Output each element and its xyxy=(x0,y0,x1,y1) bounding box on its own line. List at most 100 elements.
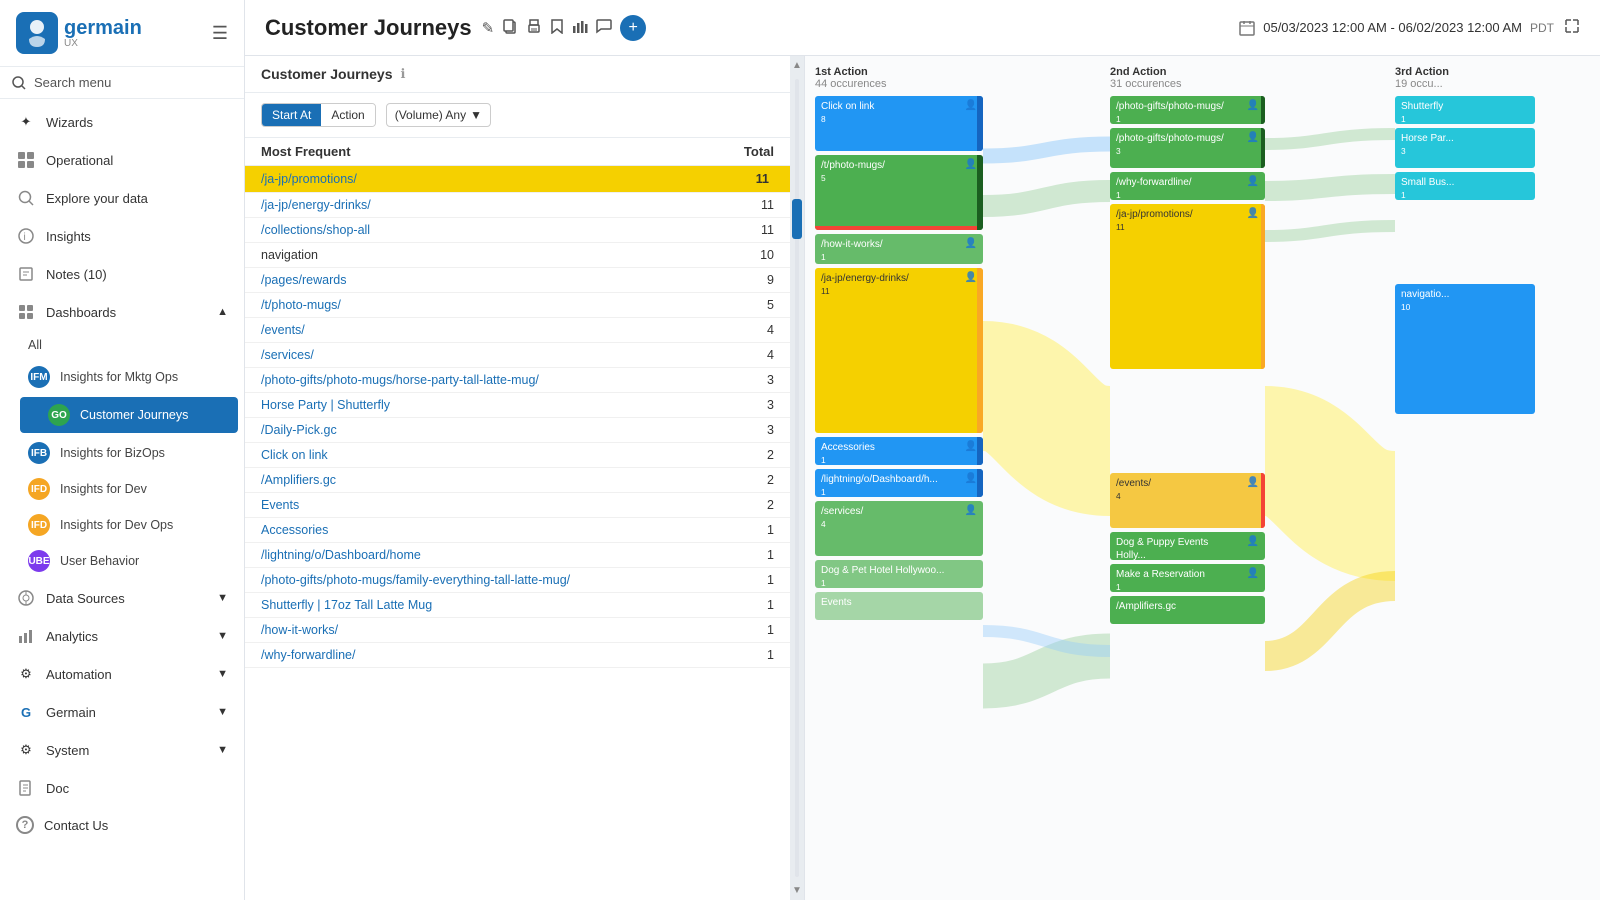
sankey-node[interactable]: /why-forwardline/1 👤 xyxy=(1110,172,1265,200)
table-row[interactable]: Click on link2 xyxy=(245,443,790,468)
row-total: 3 xyxy=(744,398,774,412)
copy-icon[interactable] xyxy=(502,18,518,38)
chevron-down-icon: ▼ xyxy=(217,744,228,756)
sankey-node[interactable]: /how-it-works/1 👤 xyxy=(815,234,983,264)
table-row[interactable]: /collections/shop-all11 xyxy=(245,218,790,243)
sidebar-subitem-insights-biz[interactable]: IFB Insights for BizOps xyxy=(0,435,244,471)
sidebar-item-data-sources[interactable]: Data Sources ▼ xyxy=(0,579,244,617)
sidebar-subitem-insights-devops[interactable]: IFD Insights for Dev Ops xyxy=(0,507,244,543)
table-row[interactable]: /why-forwardline/1 xyxy=(245,643,790,668)
sidebar-item-dashboards[interactable]: Dashboards ▲ xyxy=(0,293,244,331)
table-row[interactable]: /Amplifiers.gc2 xyxy=(245,468,790,493)
table-row[interactable]: /ja-jp/promotions/11 xyxy=(245,166,790,193)
slider-up-arrow[interactable]: ▲ xyxy=(792,60,802,71)
sidebar-item-contact-us[interactable]: ? Contact Us xyxy=(0,807,244,843)
table-row[interactable]: navigation10 xyxy=(245,243,790,268)
sidebar-item-germain[interactable]: G Germain ▼ xyxy=(0,693,244,731)
table-row[interactable]: /t/photo-mugs/5 xyxy=(245,293,790,318)
sidebar-item-explore[interactable]: Explore your data xyxy=(0,179,244,217)
sidebar-item-doc[interactable]: Doc xyxy=(0,769,244,807)
sidebar-subitem-user-behavior[interactable]: UBE User Behavior xyxy=(0,543,244,579)
sankey-node[interactable]: /ja-jp/promotions/11 👤 xyxy=(1110,204,1265,369)
vertical-slider[interactable]: ▲ ▼ xyxy=(790,56,804,900)
notes-icon xyxy=(16,264,36,284)
sankey-node[interactable]: /photo-gifts/photo-mugs/1 👤 xyxy=(1110,96,1265,124)
sankey-node[interactable]: /Amplifiers.gc xyxy=(1110,596,1265,624)
row-total: 5 xyxy=(744,298,774,312)
sankey-node[interactable]: /ja-jp/energy-drinks/11 👤 xyxy=(815,268,983,433)
table-row[interactable]: /Daily-Pick.gc3 xyxy=(245,418,790,443)
table-row[interactable]: /photo-gifts/photo-mugs/horse-party-tall… xyxy=(245,368,790,393)
sankey-node[interactable]: navigatio...10 xyxy=(1395,284,1535,414)
insights-icon: i xyxy=(16,226,36,246)
sankey-node[interactable]: /services/4 👤 xyxy=(815,501,983,556)
row-label: /pages/rewards xyxy=(261,273,744,287)
volume-dropdown[interactable]: (Volume) Any ▼ xyxy=(386,103,491,127)
sankey-node[interactable]: Small Bus...1 xyxy=(1395,172,1535,200)
toggle-start-at[interactable]: Start At xyxy=(262,104,321,126)
timezone-label: PDT xyxy=(1530,21,1554,35)
badge-go: GO xyxy=(48,404,70,426)
table-row[interactable]: /pages/rewards9 xyxy=(245,268,790,293)
sidebar-item-notes[interactable]: Notes (10) xyxy=(0,255,244,293)
sankey-column-3: 3rd Action 19 occu... Shutterfly1 Horse … xyxy=(1395,66,1535,418)
sankey-node[interactable]: Events xyxy=(815,592,983,620)
sankey-node[interactable]: Shutterfly1 xyxy=(1395,96,1535,124)
sidebar-item-operational[interactable]: Operational xyxy=(0,141,244,179)
table-row[interactable]: /services/4 xyxy=(245,343,790,368)
sankey-node[interactable]: Dog & Pet Hotel Hollywoo...1 xyxy=(815,560,983,588)
table-row[interactable]: /lightning/o/Dashboard/home1 xyxy=(245,543,790,568)
table-row[interactable]: Shutterfly | 17oz Tall Latte Mug1 xyxy=(245,593,790,618)
sankey-node[interactable]: /lightning/o/Dashboard/h...1 👤 xyxy=(815,469,983,497)
sankey-node[interactable]: Dog & Puppy Events Holly...1 👤 xyxy=(1110,532,1265,560)
table-header: Most Frequent Total xyxy=(245,138,790,166)
table-row[interactable]: /photo-gifts/photo-mugs/family-everythin… xyxy=(245,568,790,593)
badge-ifd1: IFD xyxy=(28,478,50,500)
row-total: 2 xyxy=(744,473,774,487)
row-total: 1 xyxy=(744,548,774,562)
expand-icon[interactable] xyxy=(1564,18,1580,37)
sidebar-item-label: Insights for Dev xyxy=(60,482,147,496)
table-row[interactable]: Horse Party | Shutterfly3 xyxy=(245,393,790,418)
table-row[interactable]: Events2 xyxy=(245,493,790,518)
doc-icon xyxy=(16,778,36,798)
sidebar-subitem-all[interactable]: All xyxy=(0,331,244,359)
sidebar-item-automation[interactable]: ⚙ Automation ▼ xyxy=(0,655,244,693)
add-button[interactable]: + xyxy=(620,15,646,41)
sankey-node[interactable]: /events/4 👤 xyxy=(1110,473,1265,528)
sidebar-item-wizards[interactable]: ✦ Wizards xyxy=(0,103,244,141)
sidebar-subitem-customer-journeys[interactable]: GO Customer Journeys xyxy=(20,397,238,433)
sankey-area[interactable]: 1st Action 44 occurences Click on link8 … xyxy=(805,56,1600,900)
table-row[interactable]: /how-it-works/1 xyxy=(245,618,790,643)
row-label: Accessories xyxy=(261,523,744,537)
hamburger-icon[interactable]: ☰ xyxy=(212,23,228,44)
toggle-action[interactable]: Action xyxy=(321,104,374,126)
info-icon[interactable]: ℹ xyxy=(400,66,405,82)
sankey-node[interactable]: /photo-gifts/photo-mugs/3 👤 xyxy=(1110,128,1265,168)
print-icon[interactable] xyxy=(526,18,542,38)
slider-down-arrow[interactable]: ▼ xyxy=(792,885,802,896)
edit-icon[interactable]: ✎ xyxy=(482,19,495,37)
sidebar-subitem-insights-mktg[interactable]: IFM Insights for Mktg Ops xyxy=(0,359,244,395)
chart-icon[interactable] xyxy=(572,18,588,38)
comment-icon[interactable] xyxy=(596,18,612,38)
sankey-node[interactable]: Accessories1 👤 xyxy=(815,437,983,465)
sankey-node[interactable]: Horse Par...3 xyxy=(1395,128,1535,168)
germain-icon: G xyxy=(16,702,36,722)
slider-handle[interactable] xyxy=(792,199,802,239)
row-label: /ja-jp/promotions/ xyxy=(261,172,744,186)
bookmark-icon[interactable] xyxy=(550,18,564,38)
col1-header: 1st Action 44 occurences xyxy=(815,66,983,90)
table-row[interactable]: Accessories1 xyxy=(245,518,790,543)
table-row[interactable]: /ja-jp/energy-drinks/11 xyxy=(245,193,790,218)
sankey-node[interactable]: Make a Reservation1 👤 xyxy=(1110,564,1265,592)
sidebar-item-analytics[interactable]: Analytics ▼ xyxy=(0,617,244,655)
topbar: Customer Journeys ✎ + xyxy=(245,0,1600,56)
sidebar-subitem-insights-dev[interactable]: IFD Insights for Dev xyxy=(0,471,244,507)
sidebar-item-insights[interactable]: i Insights xyxy=(0,217,244,255)
sidebar-item-system[interactable]: ⚙ System ▼ xyxy=(0,731,244,769)
search-menu[interactable]: Search menu xyxy=(0,67,244,99)
sankey-node[interactable]: /t/photo-mugs/5 👤 xyxy=(815,155,983,230)
table-row[interactable]: /events/4 xyxy=(245,318,790,343)
sankey-node[interactable]: Click on link8 👤 xyxy=(815,96,983,151)
